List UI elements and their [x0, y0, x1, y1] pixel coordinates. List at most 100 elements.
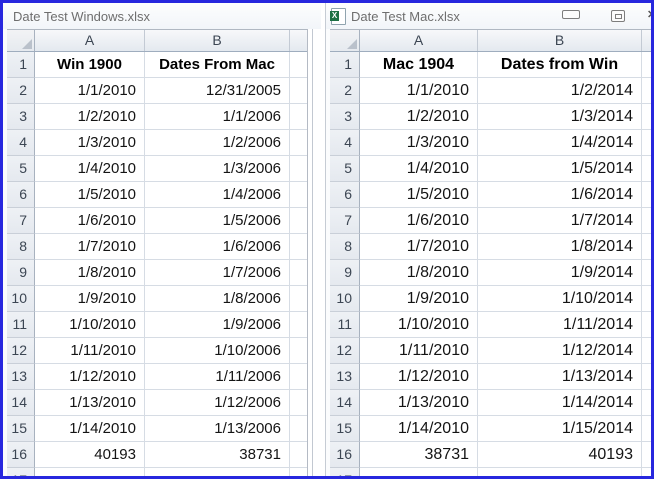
cell-partial[interactable]	[642, 364, 652, 390]
cell-partial[interactable]	[290, 390, 307, 416]
cell-partial[interactable]	[290, 468, 307, 476]
row-header[interactable]: 8	[330, 234, 360, 260]
cell[interactable]: 1/9/2010	[360, 286, 478, 312]
row-header[interactable]: 9	[7, 260, 35, 286]
cell[interactable]: 1/5/2014	[478, 156, 642, 182]
row-header[interactable]: 6	[7, 182, 35, 208]
cell[interactable]: 1/2/2014	[478, 78, 642, 104]
row-header[interactable]: 1	[7, 52, 35, 78]
cell[interactable]	[478, 468, 642, 476]
minimize-button[interactable]	[562, 10, 580, 19]
cell-partial[interactable]	[290, 364, 307, 390]
cell[interactable]: 1/8/2014	[478, 234, 642, 260]
row-header[interactable]: 11	[330, 312, 360, 338]
cell[interactable]: 1/11/2006	[145, 364, 290, 390]
cell-partial[interactable]	[642, 208, 652, 234]
cell-partial[interactable]	[290, 208, 307, 234]
cell[interactable]: 1/5/2010	[360, 182, 478, 208]
row-header[interactable]: 5	[330, 156, 360, 182]
cell[interactable]: 1/11/2014	[478, 312, 642, 338]
row-header[interactable]: 14	[330, 390, 360, 416]
cell[interactable]: 1/1/2010	[360, 78, 478, 104]
row-header[interactable]: 14	[7, 390, 35, 416]
column-header-c-partial[interactable]	[290, 30, 307, 51]
cell[interactable]: 1/4/2006	[145, 182, 290, 208]
row-header[interactable]: 9	[330, 260, 360, 286]
row-header[interactable]: 13	[330, 364, 360, 390]
cell[interactable]: 1/11/2010	[360, 338, 478, 364]
cell[interactable]: 1/1/2010	[35, 78, 145, 104]
cell-partial[interactable]	[642, 442, 652, 468]
cell-partial[interactable]	[290, 312, 307, 338]
cell-partial[interactable]	[642, 78, 652, 104]
cell[interactable]: 1/9/2010	[35, 286, 145, 312]
cell[interactable]: 40193	[35, 442, 145, 468]
cell[interactable]	[35, 468, 145, 476]
row-header[interactable]: 11	[7, 312, 35, 338]
row-header[interactable]: 2	[330, 78, 360, 104]
cell-partial[interactable]	[642, 156, 652, 182]
titlebar-left[interactable]: Date Test Windows.xlsx	[3, 3, 321, 29]
cell[interactable]: 1/13/2014	[478, 364, 642, 390]
cell[interactable]: 1/5/2010	[35, 182, 145, 208]
cell[interactable]: 1/12/2006	[145, 390, 290, 416]
cell[interactable]: 1/4/2014	[478, 130, 642, 156]
column-header-c-partial[interactable]	[642, 30, 652, 51]
cell[interactable]: 1/13/2010	[360, 390, 478, 416]
cell-partial[interactable]	[290, 234, 307, 260]
cell[interactable]: 1/5/2006	[145, 208, 290, 234]
cell[interactable]: 1/7/2010	[35, 234, 145, 260]
cell[interactable]: 1/8/2010	[360, 260, 478, 286]
cell-partial[interactable]	[290, 156, 307, 182]
titlebar-right[interactable]: Date Test Mac.xlsx ✕	[326, 3, 652, 29]
cell[interactable]: 1/3/2014	[478, 104, 642, 130]
row-header[interactable]: 1	[330, 52, 360, 78]
cell[interactable]: Win 1900	[35, 52, 145, 78]
row-header[interactable]: 10	[7, 286, 35, 312]
cell[interactable]: 1/6/2010	[35, 208, 145, 234]
cell[interactable]: 1/10/2006	[145, 338, 290, 364]
vertical-scrollbar[interactable]	[307, 29, 321, 476]
cell[interactable]: 1/2/2010	[360, 104, 478, 130]
cell[interactable]: 1/10/2010	[360, 312, 478, 338]
row-header[interactable]: 16	[7, 442, 35, 468]
cell[interactable]: 1/14/2014	[478, 390, 642, 416]
row-header[interactable]: 15	[330, 416, 360, 442]
cell[interactable]: 1/6/2010	[360, 208, 478, 234]
row-header[interactable]: 12	[7, 338, 35, 364]
cell[interactable]: 1/2/2006	[145, 130, 290, 156]
row-header[interactable]: 4	[7, 130, 35, 156]
cell[interactable]: Mac 1904	[360, 52, 478, 78]
column-header-a[interactable]: A	[360, 30, 478, 51]
cell-partial[interactable]	[290, 260, 307, 286]
row-header[interactable]: 6	[330, 182, 360, 208]
cell-partial[interactable]	[642, 104, 652, 130]
cell-partial[interactable]	[290, 416, 307, 442]
cell[interactable]: 1/12/2010	[35, 364, 145, 390]
cell-partial[interactable]	[642, 130, 652, 156]
row-header[interactable]: 4	[330, 130, 360, 156]
cell-partial[interactable]	[290, 130, 307, 156]
cell-partial[interactable]	[642, 390, 652, 416]
cell[interactable]: 1/8/2010	[35, 260, 145, 286]
cell[interactable]: 1/7/2006	[145, 260, 290, 286]
cell-partial[interactable]	[290, 182, 307, 208]
cell[interactable]: 38731	[145, 442, 290, 468]
cell[interactable]: 1/13/2006	[145, 416, 290, 442]
column-header-b[interactable]: B	[478, 30, 642, 51]
restore-button[interactable]	[611, 10, 625, 22]
row-header[interactable]: 15	[7, 416, 35, 442]
cell[interactable]: 1/9/2014	[478, 260, 642, 286]
row-header[interactable]: 7	[330, 208, 360, 234]
cell[interactable]: 1/11/2010	[35, 338, 145, 364]
cell[interactable]: 1/2/2010	[35, 104, 145, 130]
cell[interactable]: 1/14/2010	[35, 416, 145, 442]
cell[interactable]: 38731	[360, 442, 478, 468]
row-header[interactable]: 12	[330, 338, 360, 364]
cell-partial[interactable]	[290, 286, 307, 312]
cell[interactable]: 1/15/2014	[478, 416, 642, 442]
row-header[interactable]: 17	[7, 468, 35, 476]
row-header[interactable]: 2	[7, 78, 35, 104]
cell[interactable]: 1/4/2010	[360, 156, 478, 182]
cell[interactable]: 1/6/2014	[478, 182, 642, 208]
